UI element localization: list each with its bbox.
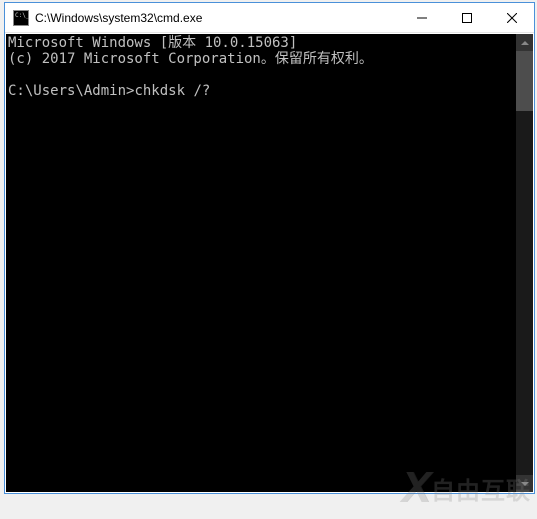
output-line: Microsoft Windows [版本 10.0.15063] [8, 35, 297, 51]
command-input[interactable]: chkdsk /? [134, 83, 210, 99]
prompt: C:\Users\Admin> [8, 83, 134, 99]
output-line: (c) 2017 Microsoft Corporation。保留所有权利。 [8, 51, 373, 67]
console-area[interactable]: Microsoft Windows [版本 10.0.15063] (c) 20… [6, 34, 533, 492]
cmd-window: C:\Windows\system32\cmd.exe Microsoft Wi… [4, 2, 535, 494]
window-title: C:\Windows\system32\cmd.exe [35, 11, 399, 25]
close-button[interactable] [489, 3, 534, 32]
titlebar[interactable]: C:\Windows\system32\cmd.exe [5, 3, 534, 33]
console-output: Microsoft Windows [版本 10.0.15063] (c) 20… [6, 34, 515, 492]
maximize-button[interactable] [444, 3, 489, 32]
vertical-scrollbar[interactable] [516, 34, 533, 492]
window-controls [399, 3, 534, 32]
scroll-down-button[interactable] [516, 475, 533, 492]
scroll-up-button[interactable] [516, 34, 533, 51]
minimize-button[interactable] [399, 3, 444, 32]
scroll-thumb[interactable] [516, 51, 533, 111]
cmd-icon [13, 10, 29, 26]
